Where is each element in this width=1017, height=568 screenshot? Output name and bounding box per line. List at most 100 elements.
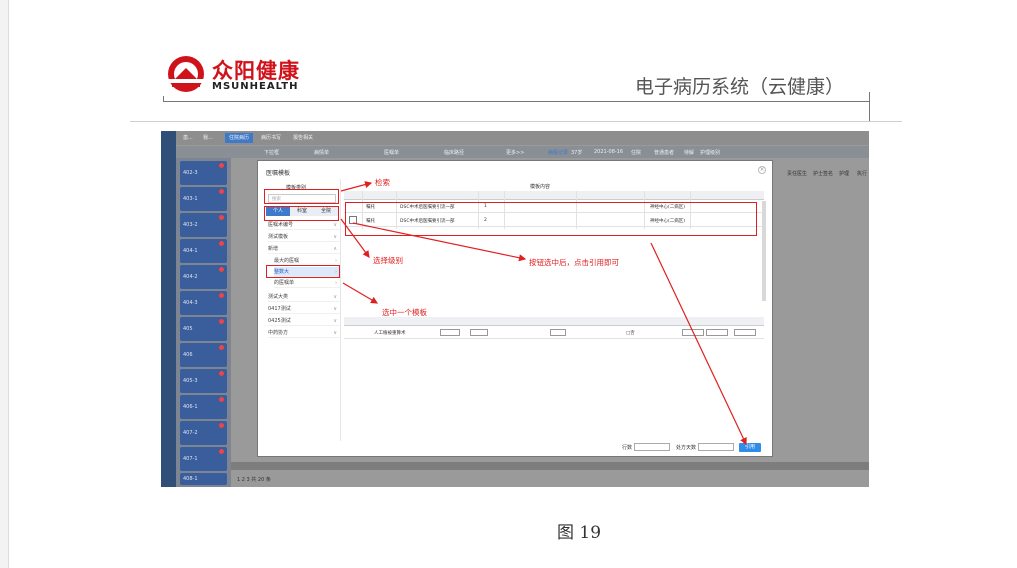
tab-inpatient-record[interactable]: 住院病历 [225, 133, 254, 143]
content-header: 模板内容 [530, 184, 551, 190]
patient-card[interactable]: 407-1 [180, 447, 227, 471]
patient-card[interactable]: 404-2 [180, 265, 227, 289]
tab-patients-1[interactable]: 患... [179, 133, 197, 143]
company-logo: 众阳健康 MSUNHEALTH [166, 54, 316, 96]
category-item[interactable]: 测试大类 ∨ [268, 292, 340, 302]
header-rule-tick-left [163, 96, 164, 102]
vertical-scrollbar[interactable] [762, 201, 766, 301]
subbar-item: 普通患者 [654, 150, 675, 156]
chevron-down-icon: ∨ [333, 330, 337, 336]
pagination-text[interactable]: 1 2 3 共 20 条 [237, 476, 271, 483]
annotation-box-tabs [264, 206, 339, 221]
document-title: 电子病历系统（云健康） [634, 76, 844, 98]
close-icon[interactable]: × [758, 166, 766, 174]
days-input[interactable] [698, 443, 734, 451]
alert-badge-icon [219, 423, 224, 428]
alert-badge-icon [219, 449, 224, 454]
detail-input[interactable] [550, 329, 566, 336]
patient-bed: 406 [183, 352, 193, 358]
patient-bed: 404-3 [183, 300, 198, 306]
subbar-item[interactable]: 医嘱单 [384, 149, 399, 156]
category-item[interactable]: 0425测试 ∨ [268, 316, 340, 326]
category-label: 中药协方 [268, 330, 289, 336]
alert-badge-icon [219, 215, 224, 220]
subbar-item: 2021-08-16 [594, 149, 624, 155]
subbar-item[interactable]: 更多>> [506, 149, 524, 156]
category-subitem[interactable]: 的医嘱单 › [274, 278, 340, 288]
patient-card[interactable]: 408-1 [180, 473, 227, 485]
horizontal-scrollbar[interactable] [231, 462, 869, 470]
col-header: 护士签名 [813, 171, 834, 177]
reference-button[interactable]: 引用 [739, 443, 761, 452]
annotation-box-search [264, 189, 339, 204]
patient-card[interactable]: 406-1 [180, 395, 227, 419]
detail-select[interactable] [734, 329, 756, 336]
modal-title: 医嘱模板 [266, 170, 291, 177]
patient-card[interactable]: 405-3 [180, 369, 227, 393]
subbar-item[interactable]: 临床路径 [444, 149, 464, 156]
annotation-select-level: 选择级别 [373, 256, 403, 265]
subbar-item: 护理级别 [700, 150, 721, 156]
patient-card[interactable]: 406 [180, 343, 227, 367]
detail-input[interactable] [440, 329, 460, 336]
chevron-right-icon: › [335, 280, 337, 286]
category-item[interactable]: 新增 ∧ [268, 244, 340, 254]
patient-bed: 402-3 [183, 170, 198, 176]
category-label: 测试大类 [268, 294, 289, 300]
alert-badge-icon [219, 319, 224, 324]
patient-card[interactable]: 402-3 [180, 161, 227, 185]
header-rule-tick-right [869, 92, 870, 122]
category-label: 最大的医嘱 [274, 258, 300, 264]
chevron-down-icon: ∨ [333, 222, 337, 228]
alert-badge-icon [219, 371, 224, 376]
times-input[interactable] [634, 443, 670, 451]
app-left-icon-bar [161, 131, 176, 487]
pagination: 1 2 3 共 20 条 [231, 472, 869, 487]
patient-card[interactable]: 407-2 [180, 421, 227, 445]
col-header: 执行 [857, 171, 868, 177]
detail-input[interactable] [470, 329, 488, 336]
category-label: 0417测试 [268, 306, 291, 312]
alert-badge-icon [219, 397, 224, 402]
embedded-screenshot: 患... 我... 住院病历 病历书写 报告相关 下拉框 病情单 医嘱单 临床路… [161, 131, 869, 487]
patient-card[interactable]: 404-1 [180, 239, 227, 263]
detail-flag[interactable]: □否 [626, 330, 635, 336]
tab-reports[interactable]: 报告相关 [289, 133, 317, 143]
times-label: 行数 [622, 445, 633, 451]
category-label: 的医嘱单 [274, 280, 295, 286]
chevron-down-icon: ∨ [333, 234, 337, 240]
right-columns: 责任医生 护士签名 护理 执行 [773, 158, 869, 468]
patient-bed: 406-1 [183, 404, 198, 410]
subbar-item[interactable]: 病情单 [314, 149, 329, 156]
subbar-item[interactable]: 病程记录 [548, 149, 568, 156]
category-label: 0425测试 [268, 318, 291, 324]
category-item[interactable]: 中药协方 ∨ [268, 328, 340, 338]
patient-bed: 405 [183, 326, 193, 332]
category-label: 新增 [268, 246, 279, 252]
category-item[interactable]: 医嘱术编号 ∨ [268, 220, 340, 230]
category-item[interactable]: 0417测试 ∨ [268, 304, 340, 314]
alert-badge-icon [219, 267, 224, 272]
patient-card[interactable]: 405 [180, 317, 227, 341]
category-item[interactable]: 测试模板 ∨ [268, 232, 340, 242]
subbar-item[interactable]: 下拉框 [264, 149, 279, 156]
patient-card[interactable]: 403-2 [180, 213, 227, 237]
tab-record-writing[interactable]: 病历书写 [257, 133, 285, 143]
chevron-up-icon: ∧ [333, 246, 337, 252]
col-header: 责任医生 [787, 171, 808, 177]
patient-bed: 403-2 [183, 222, 198, 228]
detail-select[interactable] [706, 329, 728, 336]
days-label: 处方天数 [676, 445, 697, 451]
patient-card[interactable]: 403-1 [180, 187, 227, 211]
detail-row[interactable]: 人工植被重算术 □否 [344, 327, 764, 339]
patient-bed: 405-3 [183, 378, 198, 384]
patient-card[interactable]: 404-3 [180, 291, 227, 315]
detail-select[interactable] [682, 329, 704, 336]
alert-badge-icon [219, 189, 224, 194]
tab-patients-2[interactable]: 我... [199, 133, 217, 143]
patient-bed: 404-1 [183, 248, 198, 254]
annotation-box-category [266, 265, 340, 278]
patient-bed: 407-2 [183, 430, 198, 436]
figure-caption: 图 19 [557, 523, 602, 543]
logo-text-en: MSUNHEALTH [212, 81, 299, 92]
